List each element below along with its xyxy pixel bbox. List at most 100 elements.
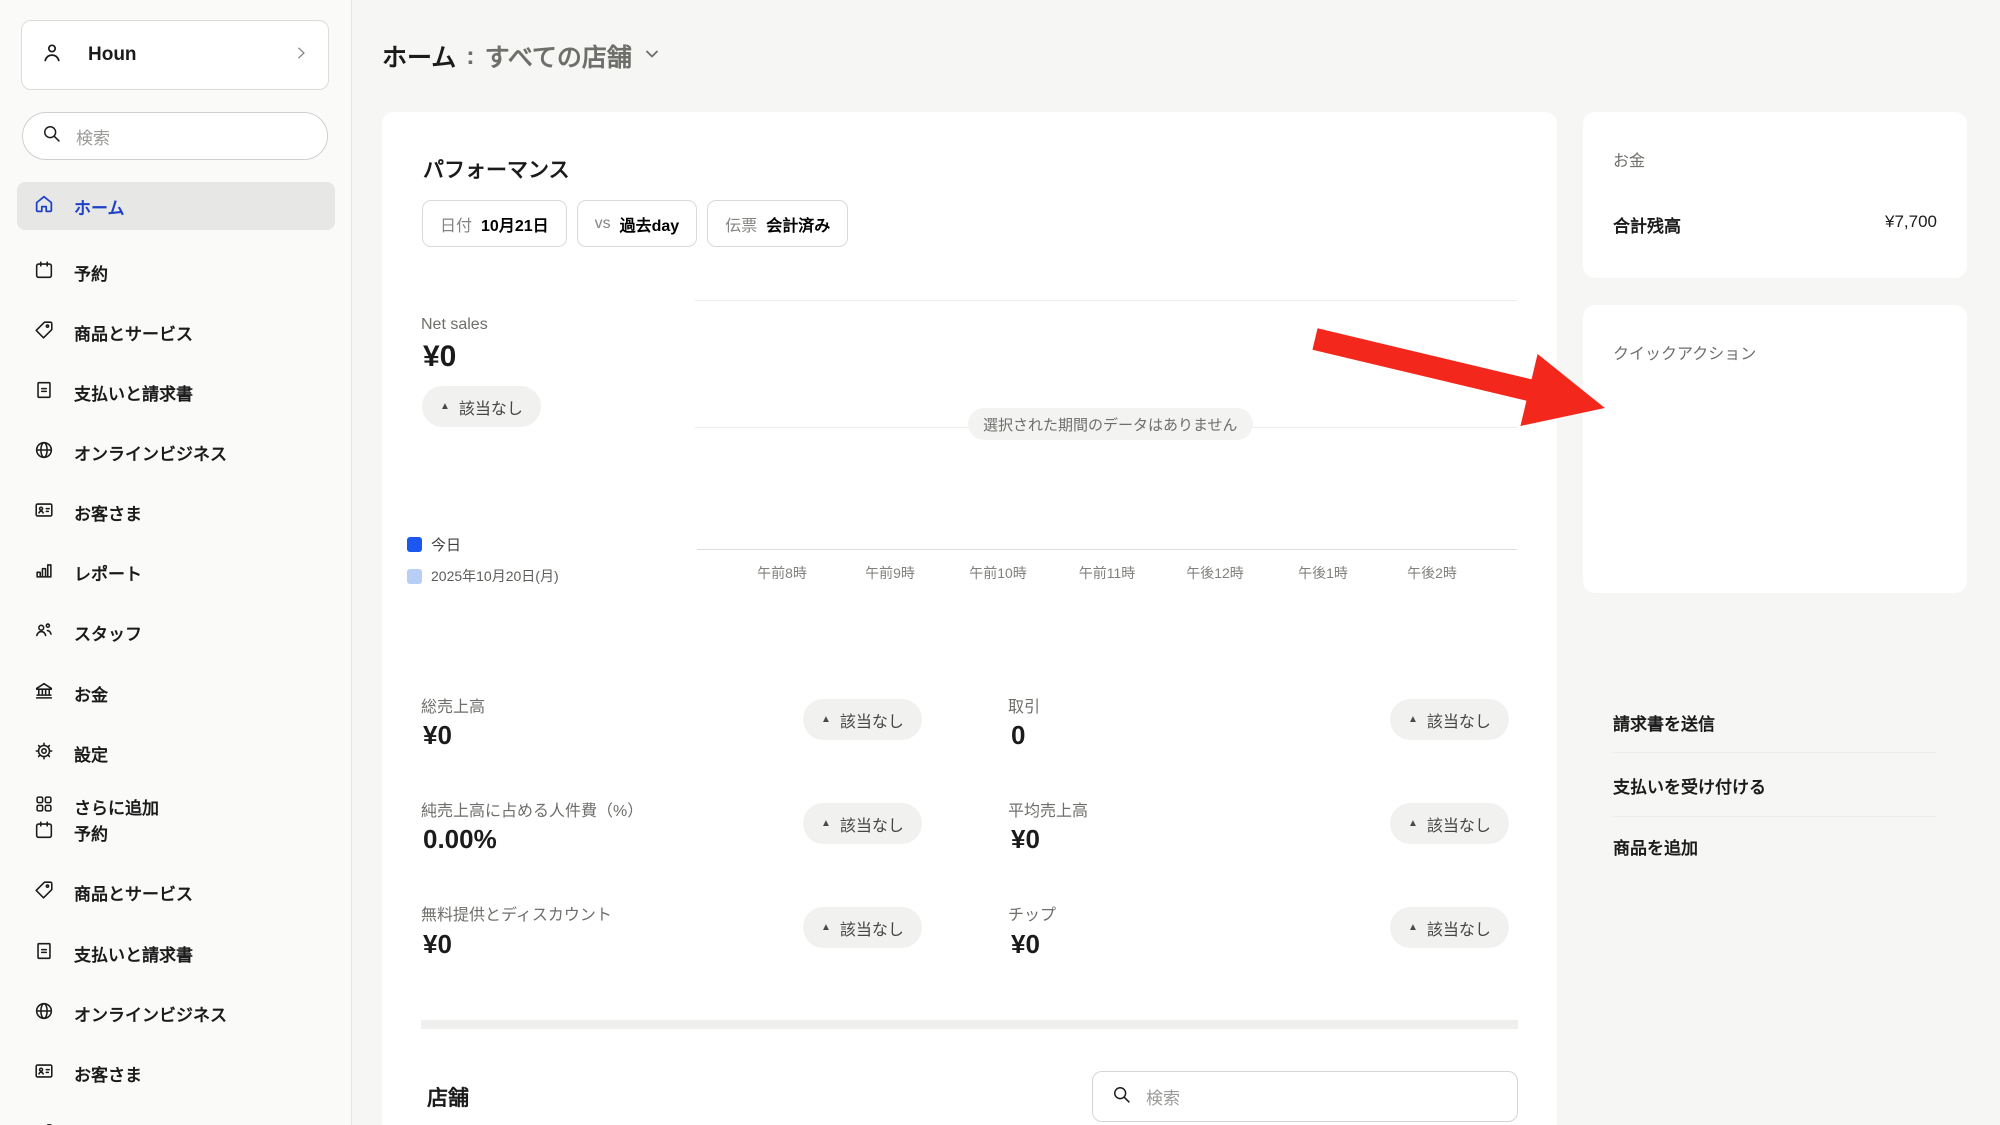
contact-card-icon [33, 499, 55, 526]
globe-icon [33, 1000, 55, 1027]
sidebar: Houn 検索 ホーム 予約 商品とサービス 支払いと請求書 [0, 0, 352, 1125]
legend-label: 今日 [431, 534, 461, 555]
search-icon [1111, 1084, 1132, 1110]
staff-icon [33, 619, 55, 646]
sidebar-item-payments-invoices-2[interactable]: 支払いと請求書 [17, 929, 335, 977]
sidebar-item-payments-invoices[interactable]: 支払いと請求書 [17, 368, 335, 416]
business-name: Houn [88, 44, 268, 66]
divider [1613, 816, 1937, 817]
metric-value: ¥0 [1011, 824, 1040, 855]
sidebar-item-label: ホーム [74, 194, 125, 219]
sidebar-item-appointments-2[interactable]: 予約 [17, 808, 335, 856]
app-window: Houn 検索 ホーム 予約 商品とサービス 支払いと請求書 [0, 0, 2000, 1125]
filter-bar: 日付 10月21日 vs 過去day 伝票 会計済み [422, 200, 848, 247]
performance-title: パフォーマンス [423, 154, 570, 184]
sidebar-item-label: 商品とサービス [74, 880, 193, 905]
person-icon [40, 41, 64, 70]
x-axis-tick: 午後2時 [1407, 563, 1457, 583]
receipt-icon [33, 940, 55, 967]
page-title[interactable]: ホーム : すべての店舗 [382, 38, 662, 74]
quick-actions-title: クイックアクション [1613, 340, 1756, 364]
x-axis-tick: 午後1時 [1298, 563, 1348, 583]
net-sales-label: Net sales [421, 316, 488, 334]
stores-title: 店舗 [427, 1082, 469, 1112]
home-icon [33, 193, 55, 220]
legend-previous-swatch [407, 569, 422, 584]
money-card: お金 合計残高 ¥7,700 [1583, 112, 1967, 278]
contact-card-icon [33, 1060, 55, 1087]
sidebar-item-label: レポート [74, 560, 142, 585]
sidebar-item-label: 設定 [74, 741, 108, 766]
sidebar-item-label: オンラインビジネス [74, 440, 227, 465]
date-filter-button[interactable]: 日付 10月21日 [422, 200, 567, 247]
sidebar-item-online-business[interactable]: オンラインビジネス [17, 428, 335, 476]
bank-icon [33, 680, 55, 707]
metric-value: 0.00% [423, 824, 497, 855]
metric-na-badge: ▲該当なし [803, 803, 922, 844]
sidebar-item-customers-2[interactable]: お客さま [17, 1049, 335, 1097]
net-sales-na-badge: ▲該当なし [422, 386, 541, 427]
globe-icon [33, 439, 55, 466]
calendar-icon [33, 819, 55, 846]
report-icon [33, 559, 55, 586]
legend-today: 今日 [407, 534, 461, 555]
x-axis-tick: 午前11時 [1079, 563, 1136, 583]
receipt-icon [33, 379, 55, 406]
sidebar-item-reports[interactable]: レポート [17, 548, 335, 596]
sidebar-search-input[interactable]: 検索 [22, 112, 328, 160]
metric-na-badge: ▲該当なし [803, 907, 922, 948]
gear-icon [33, 740, 55, 767]
sidebar-item-appointments[interactable]: 予約 [17, 248, 335, 296]
filter-value: 10月21日 [481, 212, 549, 236]
balance-row[interactable]: 合計残高 ¥7,700 [1613, 212, 1937, 237]
money-card-title: お金 [1613, 147, 1645, 171]
section-divider [421, 1020, 1518, 1029]
page-title-home: ホーム [382, 38, 456, 74]
metric-label: チップ [1008, 901, 1056, 925]
metric-value: ¥0 [423, 720, 452, 751]
metric-label: 総売上高 [421, 693, 485, 717]
business-switcher[interactable]: Houn [21, 20, 329, 90]
location-selector-label: すべての店舗 [485, 38, 632, 74]
filter-value: 会計済み [766, 212, 830, 236]
sidebar-item-label: お客さま [74, 1061, 142, 1086]
compare-filter-button[interactable]: vs 過去day [577, 200, 698, 247]
quick-action-send-invoice[interactable]: 請求書を送信 [1613, 706, 1937, 738]
chart-empty-message: 選択された期間のデータはありません [968, 408, 1253, 440]
sidebar-item-money[interactable]: お金 [17, 669, 335, 717]
sidebar-item-home[interactable]: ホーム [17, 182, 335, 230]
metric-value: 0 [1011, 720, 1025, 751]
sidebar-item-items-services-2[interactable]: 商品とサービス [17, 868, 335, 916]
balance-label: 合計残高 [1613, 212, 1681, 237]
quick-action-accept-payment[interactable]: 支払いを受け付ける [1613, 769, 1937, 801]
net-sales-value: ¥0 [423, 340, 456, 374]
metric-value: ¥0 [1011, 929, 1040, 960]
chevron-down-icon[interactable] [642, 42, 662, 71]
page-title-separator: : [466, 42, 474, 71]
legend-today-swatch [407, 537, 422, 552]
quick-actions-card: クイックアクション 請求書を送信 支払いを受け付ける 商品を追加 [1583, 305, 1967, 593]
sidebar-item-online-business-2[interactable]: オンラインビジネス [17, 989, 335, 1037]
chart-gridline-top [695, 300, 1517, 301]
sidebar-item-label: 予約 [74, 820, 108, 845]
sidebar-item-customers[interactable]: お客さま [17, 488, 335, 536]
legend-previous-day: 2025年10月20日(月) [407, 566, 559, 586]
sidebar-item-label: オンラインビジネス [74, 1001, 227, 1026]
stores-search-input[interactable]: 検索 [1092, 1071, 1518, 1122]
ticket-filter-button[interactable]: 伝票 会計済み [707, 200, 848, 247]
sidebar-item-staff[interactable]: スタッフ [17, 608, 335, 656]
sidebar-item-partial-bottom[interactable] [17, 1108, 335, 1125]
filter-label: vs [595, 215, 611, 233]
chart-axis-baseline [697, 549, 1517, 550]
quick-action-add-item[interactable]: 商品を追加 [1613, 830, 1937, 862]
filter-label: 日付 [440, 212, 472, 236]
metric-label: 平均売上高 [1008, 797, 1088, 821]
sidebar-item-label: 商品とサービス [74, 320, 193, 345]
divider [1613, 752, 1937, 753]
x-axis-tick: 午前8時 [757, 563, 807, 583]
sidebar-item-settings[interactable]: 設定 [17, 729, 335, 777]
x-axis-tick: 午前9時 [865, 563, 915, 583]
tag-icon [33, 319, 55, 346]
metric-na-badge: ▲該当なし [1390, 803, 1509, 844]
sidebar-item-items-services[interactable]: 商品とサービス [17, 308, 335, 356]
